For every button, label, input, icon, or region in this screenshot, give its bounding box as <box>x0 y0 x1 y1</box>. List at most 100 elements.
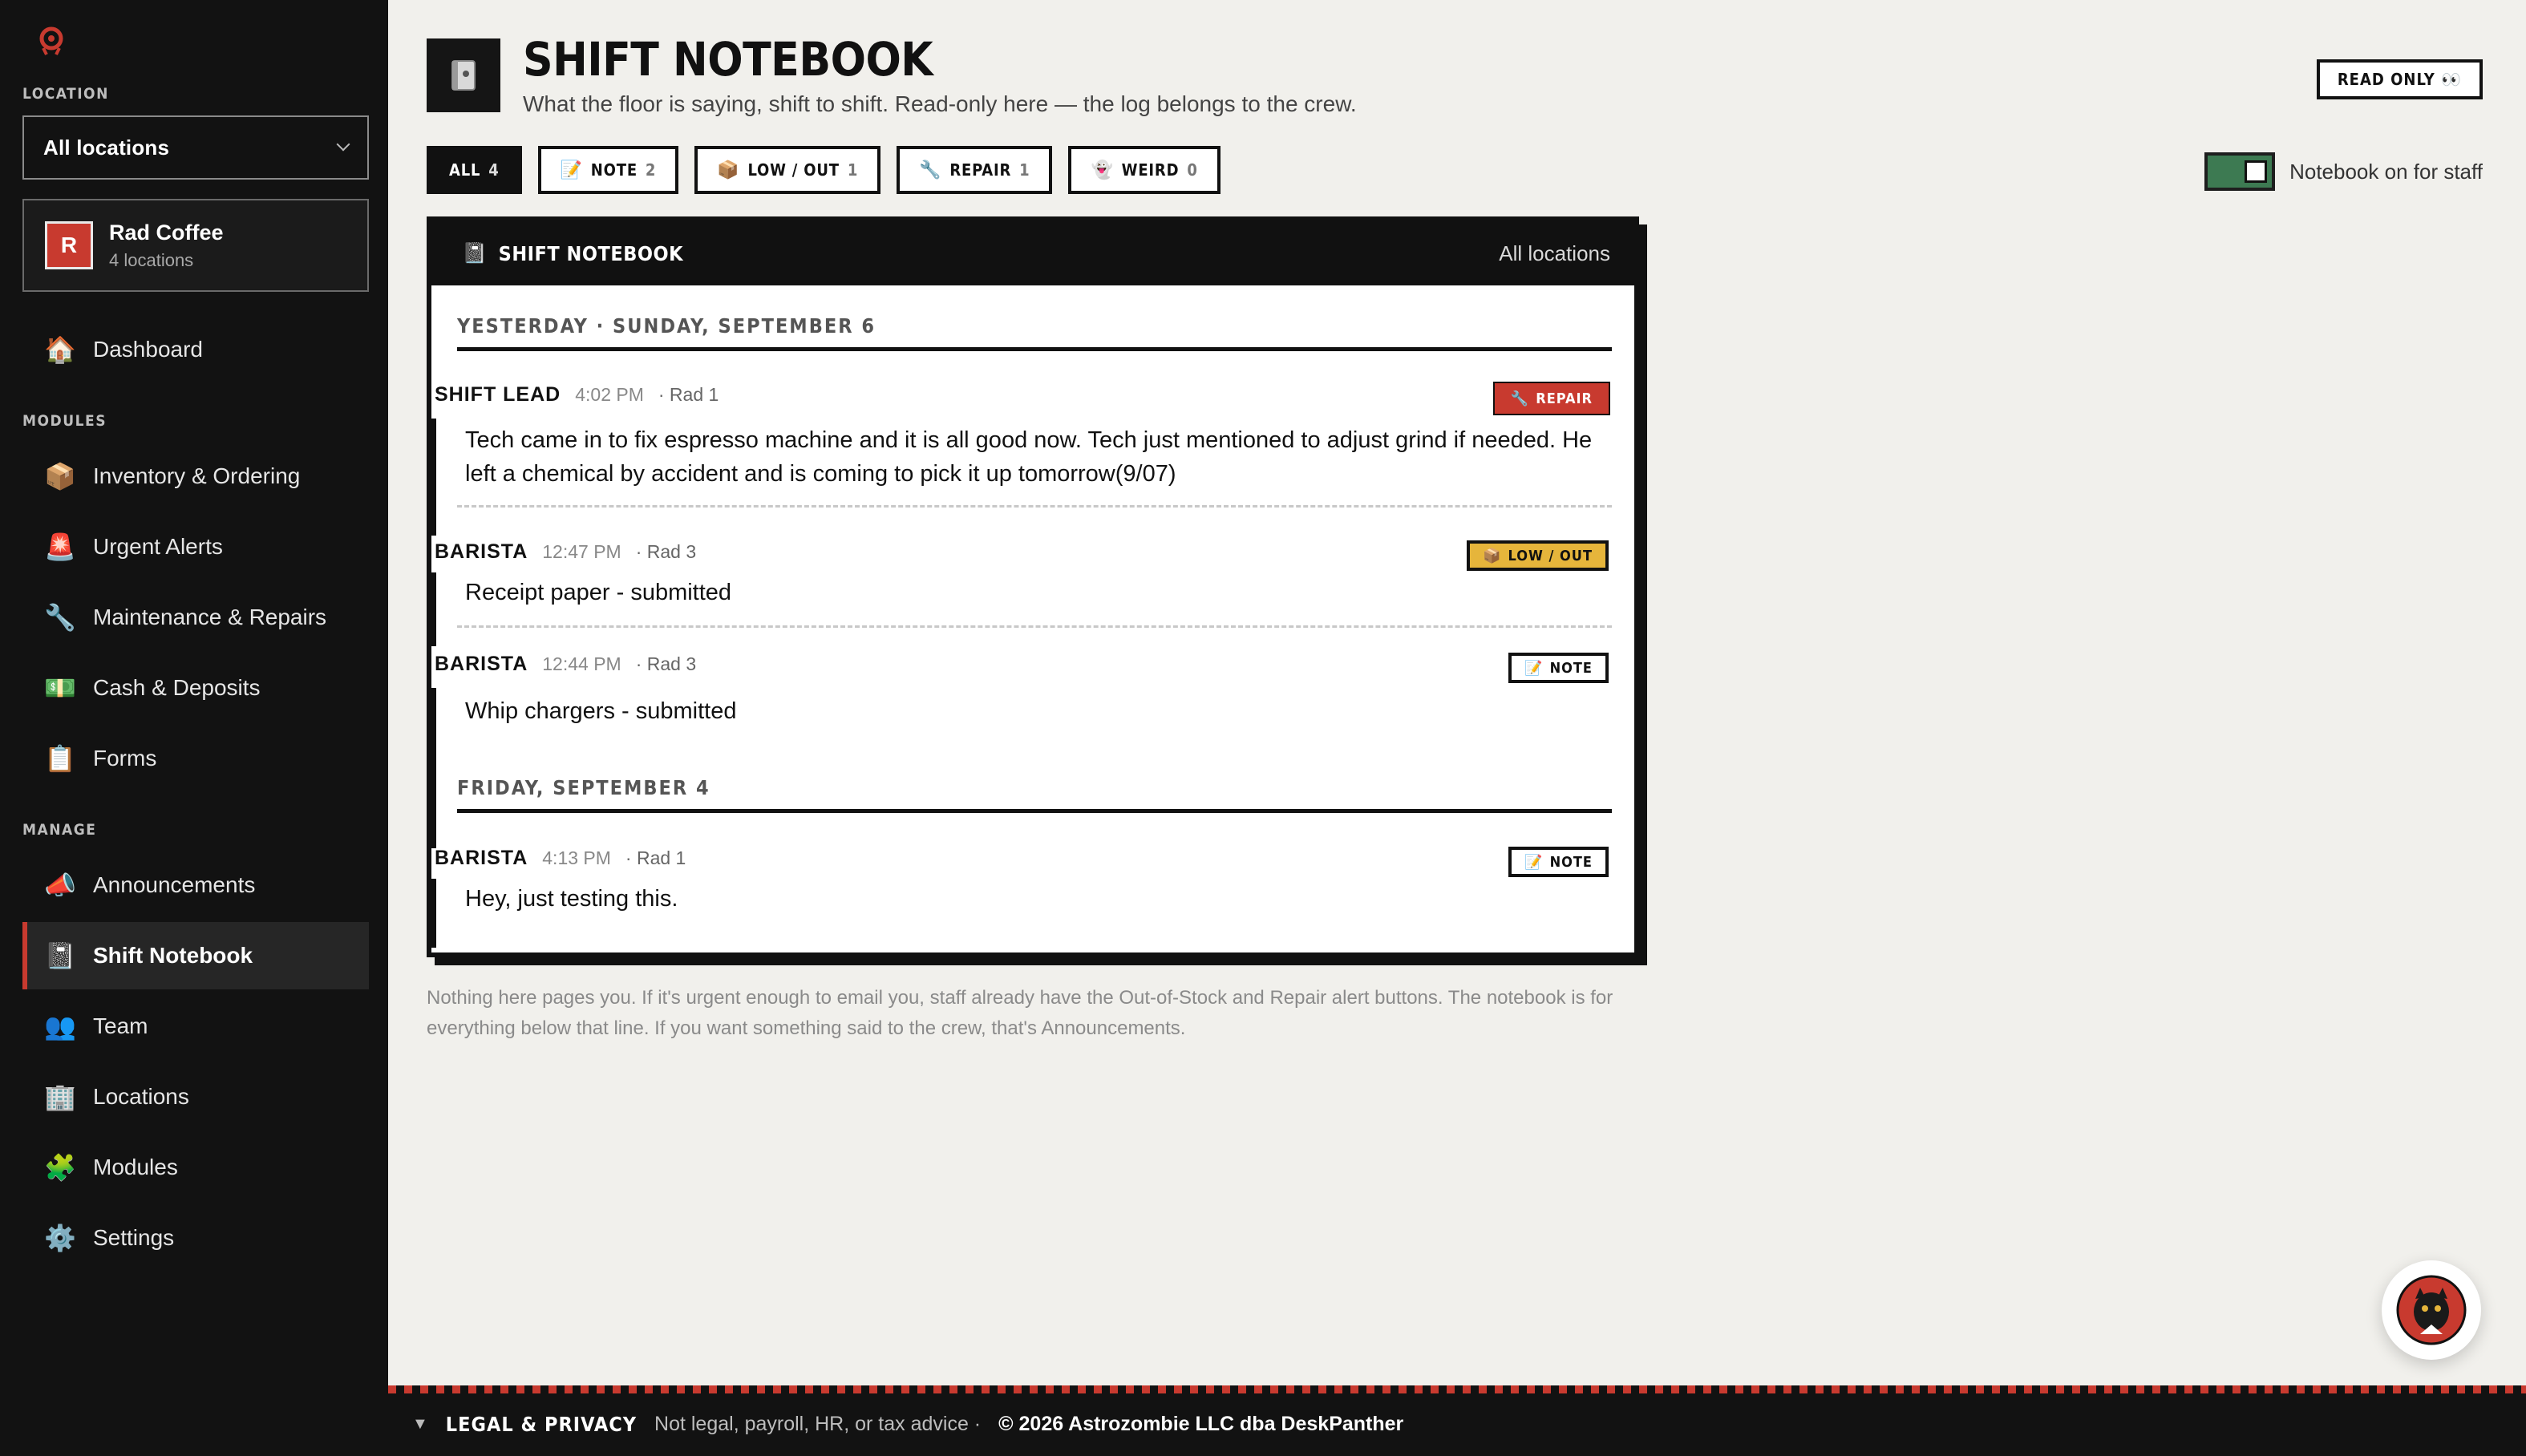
filter-repair[interactable]: 🔧 REPAIR 1 <box>897 146 1053 194</box>
entry-location: · Rad 3 <box>635 653 697 674</box>
filter-label: WEIRD <box>1121 160 1180 180</box>
building-icon: 🏢 <box>44 1082 76 1111</box>
filter-label: LOW / OUT <box>747 160 840 180</box>
entry-author-role: BARISTA <box>435 653 528 675</box>
toggle-knob <box>2245 160 2268 183</box>
entry-author-role: BARISTA <box>435 540 528 563</box>
entry-tag-low-out: 📦 LOW / OUT <box>1467 540 1609 571</box>
read-only-badge: READ ONLY 👀 <box>2316 59 2483 99</box>
filter-count: 1 <box>847 160 859 180</box>
memo-icon: 📝 <box>560 160 583 180</box>
sidebar-item-label: Team <box>93 1013 148 1038</box>
assistant-avatar-button[interactable] <box>2382 1260 2481 1360</box>
sidebar: LOCATION All locations R Rad Coffee 4 lo… <box>0 0 388 1456</box>
chevron-down-icon <box>336 137 350 152</box>
cash-icon: 💵 <box>44 673 76 702</box>
filter-count: 1 <box>1019 160 1030 180</box>
day-heading: YESTERDAY · SUNDAY, SEPTEMBER 6 <box>457 314 1612 351</box>
package-icon: 📦 <box>44 462 76 491</box>
notebook-staff-toggle-row: Notebook on for staff <box>2204 152 2483 191</box>
entry-tag-note: 📝 NOTE <box>1508 847 1609 877</box>
entry-time: 12:47 PM <box>542 541 621 562</box>
entry-body: Whip chargers - submitted <box>431 688 1602 848</box>
sidebar-item-announcements[interactable]: 📣 Announcements <box>22 851 369 919</box>
wrench-icon: 🔧 <box>44 603 76 632</box>
puzzle-icon: 🧩 <box>44 1153 76 1182</box>
sidebar-item-label: Announcements <box>93 872 256 897</box>
page-subtitle: What the floor is saying, shift to shift… <box>523 91 1357 116</box>
notebook-icon <box>427 38 500 112</box>
entry-time: 12:44 PM <box>542 653 621 674</box>
sidebar-item-team[interactable]: 👥 Team <box>22 993 369 1060</box>
sidebar-item-cash[interactable]: 💵 Cash & Deposits <box>22 654 369 722</box>
notebook-scope: All locations <box>1499 241 1610 265</box>
entry-tag-label: NOTE <box>1549 659 1593 677</box>
filter-label: REPAIR <box>949 160 1012 180</box>
gear-icon: ⚙️ <box>44 1223 76 1252</box>
notebook-footnote: Nothing here pages you. If it's urgent e… <box>427 987 1613 1039</box>
sidebar-item-label: Inventory & Ordering <box>93 463 301 488</box>
entry-tag-repair: 🔧 REPAIR <box>1492 382 1611 415</box>
memo-icon: 📝 <box>1524 853 1544 871</box>
sidebar-item-forms[interactable]: 📋 Forms <box>22 725 369 792</box>
entry-tag-label: REPAIR <box>1536 390 1593 407</box>
sidebar-item-shift-notebook[interactable]: 📓 Shift Notebook <box>22 922 369 989</box>
sidebar-item-locations[interactable]: 🏢 Locations <box>22 1063 369 1130</box>
location-select-value: All locations <box>43 135 170 160</box>
sidebar-item-urgent-alerts[interactable]: 🚨 Urgent Alerts <box>22 513 369 580</box>
sidebar-item-settings[interactable]: ⚙️ Settings <box>22 1204 369 1272</box>
location-label: LOCATION <box>22 85 109 103</box>
sidebar-item-maintenance[interactable]: 🔧 Maintenance & Repairs <box>22 584 369 651</box>
entry-location: · Rad 1 <box>625 847 686 868</box>
clipboard-icon: 📋 <box>44 744 76 773</box>
entry-body: Receipt paper - submitted <box>431 572 1602 646</box>
filter-count: 2 <box>645 160 657 180</box>
notebook-staff-toggle[interactable] <box>2204 152 2276 191</box>
filter-all[interactable]: ALL 4 <box>427 146 522 194</box>
main-content: SHIFT NOTEBOOK What the floor is saying,… <box>388 0 2526 1385</box>
org-avatar: R <box>45 221 93 269</box>
house-icon: 🏠 <box>44 335 76 364</box>
sidebar-item-modules[interactable]: 🧩 Modules <box>22 1134 369 1201</box>
sidebar-item-dashboard[interactable]: 🏠 Dashboard <box>22 316 369 383</box>
notebook-card: 📓 SHIFT NOTEBOOK All locations YESTERDAY… <box>427 216 1639 957</box>
filter-weird[interactable]: 👻 WEIRD 0 <box>1068 146 1220 194</box>
entry-tag-label: NOTE <box>1549 853 1593 871</box>
footer-checker-strip <box>388 1385 2526 1393</box>
sidebar-item-label: Shift Notebook <box>93 943 253 968</box>
sidebar-item-label: Dashboard <box>93 337 203 362</box>
filter-note[interactable]: 📝 NOTE 2 <box>537 146 679 194</box>
manage-section-label: MANAGE <box>22 821 97 839</box>
filter-chips: ALL 4 📝 NOTE 2 📦 LOW / OUT 1 🔧 REPAIR 1 … <box>427 146 1220 194</box>
day-heading: FRIDAY, SEPTEMBER 4 <box>457 776 1612 813</box>
siren-icon: 🚨 <box>44 532 76 561</box>
entry-time: 4:13 PM <box>542 847 611 868</box>
people-icon: 👥 <box>44 1012 76 1041</box>
package-icon: 📦 <box>717 160 740 180</box>
sidebar-item-label: Modules <box>93 1155 178 1179</box>
entry-location: · Rad 1 <box>658 384 719 405</box>
sidebar-item-inventory[interactable]: 📦 Inventory & Ordering <box>22 443 369 510</box>
modules-section-label: MODULES <box>22 412 107 430</box>
footer-disclaimer: Not legal, payroll, HR, or tax advice · <box>654 1413 982 1435</box>
megaphone-icon: 📣 <box>44 871 76 900</box>
entry-divider <box>457 625 1612 628</box>
legal-privacy-link[interactable]: LEGAL & PRIVACY <box>446 1413 637 1436</box>
notebook-icon: 📓 <box>44 941 76 970</box>
caret-down-icon[interactable]: ▼ <box>412 1415 428 1434</box>
org-switcher[interactable]: R Rad Coffee 4 locations <box>22 199 369 292</box>
footer: ▼ LEGAL & PRIVACY Not legal, payroll, HR… <box>388 1385 2526 1456</box>
sidebar-item-label: Settings <box>93 1225 175 1250</box>
ghost-icon: 👻 <box>1091 160 1114 180</box>
location-select[interactable]: All locations <box>22 115 369 180</box>
sidebar-item-label: Locations <box>93 1084 189 1109</box>
panther-avatar-icon <box>2396 1275 2467 1345</box>
entry-time: 4:02 PM <box>575 384 644 405</box>
entry-author-role: SHIFT LEAD <box>435 383 561 406</box>
entry-author-role: BARISTA <box>435 847 528 869</box>
filter-low-out[interactable]: 📦 LOW / OUT 1 <box>694 146 881 194</box>
entry-body: Hey, just testing this. <box>431 879 1602 948</box>
panther-logo-icon[interactable] <box>35 24 67 56</box>
entry-body: Tech came in to fix espresso machine and… <box>431 419 1602 536</box>
entry-tag-label: LOW / OUT <box>1508 547 1593 564</box>
